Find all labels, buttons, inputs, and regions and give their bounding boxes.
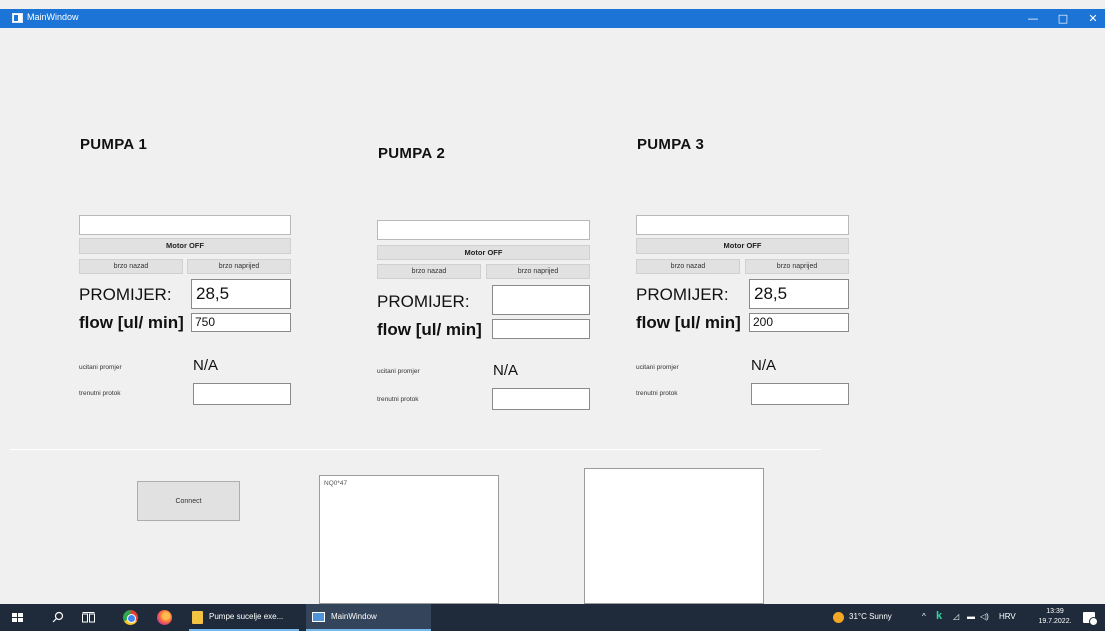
pump-2-diameter-input[interactable] bbox=[492, 285, 590, 315]
pump-2-read-diameter-value: N/A bbox=[493, 362, 519, 379]
language-indicator[interactable]: HRV bbox=[999, 612, 1016, 621]
search-icon[interactable] bbox=[52, 611, 64, 623]
pump-3-fast-forward-button[interactable]: brzo naprijed bbox=[745, 259, 849, 274]
horizontal-separator bbox=[10, 449, 821, 450]
kaspersky-tray-icon[interactable]: k bbox=[936, 610, 942, 622]
pump-2-read-diameter-label: ucitani promjer bbox=[377, 368, 420, 375]
pump-3-text-field[interactable] bbox=[636, 215, 849, 235]
serial-console-text: NQ0*47 bbox=[324, 480, 348, 487]
output-textbox[interactable] bbox=[584, 468, 764, 604]
network-icon[interactable]: ◿ bbox=[953, 612, 959, 621]
firefox-icon[interactable] bbox=[157, 610, 172, 625]
pump-1-diameter-input[interactable]: 28,5 bbox=[191, 279, 291, 309]
clock-time: 13:39 bbox=[1046, 608, 1064, 615]
volume-icon[interactable]: ◁) bbox=[980, 612, 989, 621]
pump-3-current-flow-field[interactable] bbox=[751, 383, 849, 405]
close-button[interactable]: ✕ bbox=[1078, 9, 1105, 28]
weather-sun-icon[interactable] bbox=[833, 612, 844, 623]
pump-3-flow-input[interactable]: 200 bbox=[749, 313, 849, 332]
pump-3-title: PUMPA 3 bbox=[637, 136, 705, 153]
pump-1-text-field[interactable] bbox=[79, 215, 291, 235]
pump-2-motor-button[interactable]: Motor OFF bbox=[377, 245, 590, 260]
maximize-button[interactable]: □ bbox=[1048, 9, 1078, 28]
windows-start-icon[interactable] bbox=[12, 613, 23, 623]
window-titlebar[interactable]: MainWindow — □ ✕ bbox=[0, 9, 1105, 28]
battery-icon[interactable]: ▬ bbox=[967, 612, 975, 621]
task-view-icon[interactable] bbox=[82, 612, 95, 623]
taskbar-clock[interactable]: 13:39 19.7.2022. bbox=[1035, 607, 1075, 627]
app-window-icon bbox=[12, 13, 23, 23]
pump-3-current-flow-label: trenutni protok bbox=[636, 390, 678, 397]
clock-date: 19.7.2022. bbox=[1038, 618, 1072, 625]
pump-1-current-flow-field[interactable] bbox=[193, 383, 291, 405]
serial-console-textbox[interactable]: NQ0*47 bbox=[319, 475, 499, 604]
pump-2-fast-forward-button[interactable]: brzo naprijed bbox=[486, 264, 590, 279]
pump-1-read-diameter-value: N/A bbox=[193, 357, 219, 374]
minimize-button[interactable]: — bbox=[1018, 9, 1048, 28]
pump-2-text-field[interactable] bbox=[377, 220, 590, 240]
pump-1-read-diameter-label: ucitani promjer bbox=[79, 364, 122, 371]
pump-2-current-flow-field[interactable] bbox=[492, 388, 590, 410]
pump-1-diameter-label: PROMIJER: bbox=[79, 285, 172, 304]
connect-button[interactable]: Connect bbox=[137, 481, 240, 521]
weather-text[interactable]: 31°C Sunny bbox=[849, 612, 892, 621]
desktop-screen: MainWindow — □ ✕ PUMPA 1 Motor OFF brzo … bbox=[0, 0, 1105, 631]
pump-2-flow-input[interactable] bbox=[492, 319, 590, 339]
pump-2-title: PUMPA 2 bbox=[378, 145, 446, 162]
mainwindow-app-icon bbox=[312, 612, 325, 622]
pump-3-diameter-label: PROMIJER: bbox=[636, 285, 729, 304]
pump-1-title: PUMPA 1 bbox=[80, 136, 148, 153]
pump-1-fast-back-button[interactable]: brzo nazad bbox=[79, 259, 183, 274]
pump-1-motor-button[interactable]: Motor OFF bbox=[79, 238, 291, 254]
pump-2-current-flow-label: trenutni protok bbox=[377, 396, 419, 403]
pump-3-fast-back-button[interactable]: brzo nazad bbox=[636, 259, 740, 274]
pump-3-read-diameter-value: N/A bbox=[751, 357, 777, 374]
notification-center-icon[interactable] bbox=[1083, 612, 1098, 626]
pump-1-flow-input[interactable]: 750 bbox=[191, 313, 291, 332]
pump-2-diameter-label: PROMIJER: bbox=[377, 292, 470, 311]
pump-1-current-flow-label: trenutni protok bbox=[79, 390, 121, 397]
chrome-icon[interactable] bbox=[123, 610, 138, 625]
window-title: MainWindow bbox=[27, 12, 79, 22]
pump-2-flow-label: flow [ul/ min] bbox=[377, 320, 482, 339]
pump-1-flow-label: flow [ul/ min] bbox=[79, 313, 184, 332]
pump-3-motor-button[interactable]: Motor OFF bbox=[636, 238, 849, 254]
tray-chevron-icon[interactable]: ^ bbox=[922, 612, 926, 621]
pump-1-fast-forward-button[interactable]: brzo naprijed bbox=[187, 259, 291, 274]
taskbar-folder-app-label[interactable]: Pumpe sucelje exe... bbox=[209, 612, 283, 621]
taskbar-active-app-label[interactable]: MainWindow bbox=[331, 612, 377, 621]
pump-3-flow-label: flow [ul/ min] bbox=[636, 313, 741, 332]
pump-2-fast-back-button[interactable]: brzo nazad bbox=[377, 264, 481, 279]
file-explorer-icon[interactable] bbox=[192, 611, 203, 624]
pump-3-read-diameter-label: ucitani promjer bbox=[636, 364, 679, 371]
windows-taskbar: Pumpe sucelje exe... MainWindow 31°C Sun… bbox=[0, 604, 1105, 631]
pump-3-diameter-input[interactable]: 28,5 bbox=[749, 279, 849, 309]
